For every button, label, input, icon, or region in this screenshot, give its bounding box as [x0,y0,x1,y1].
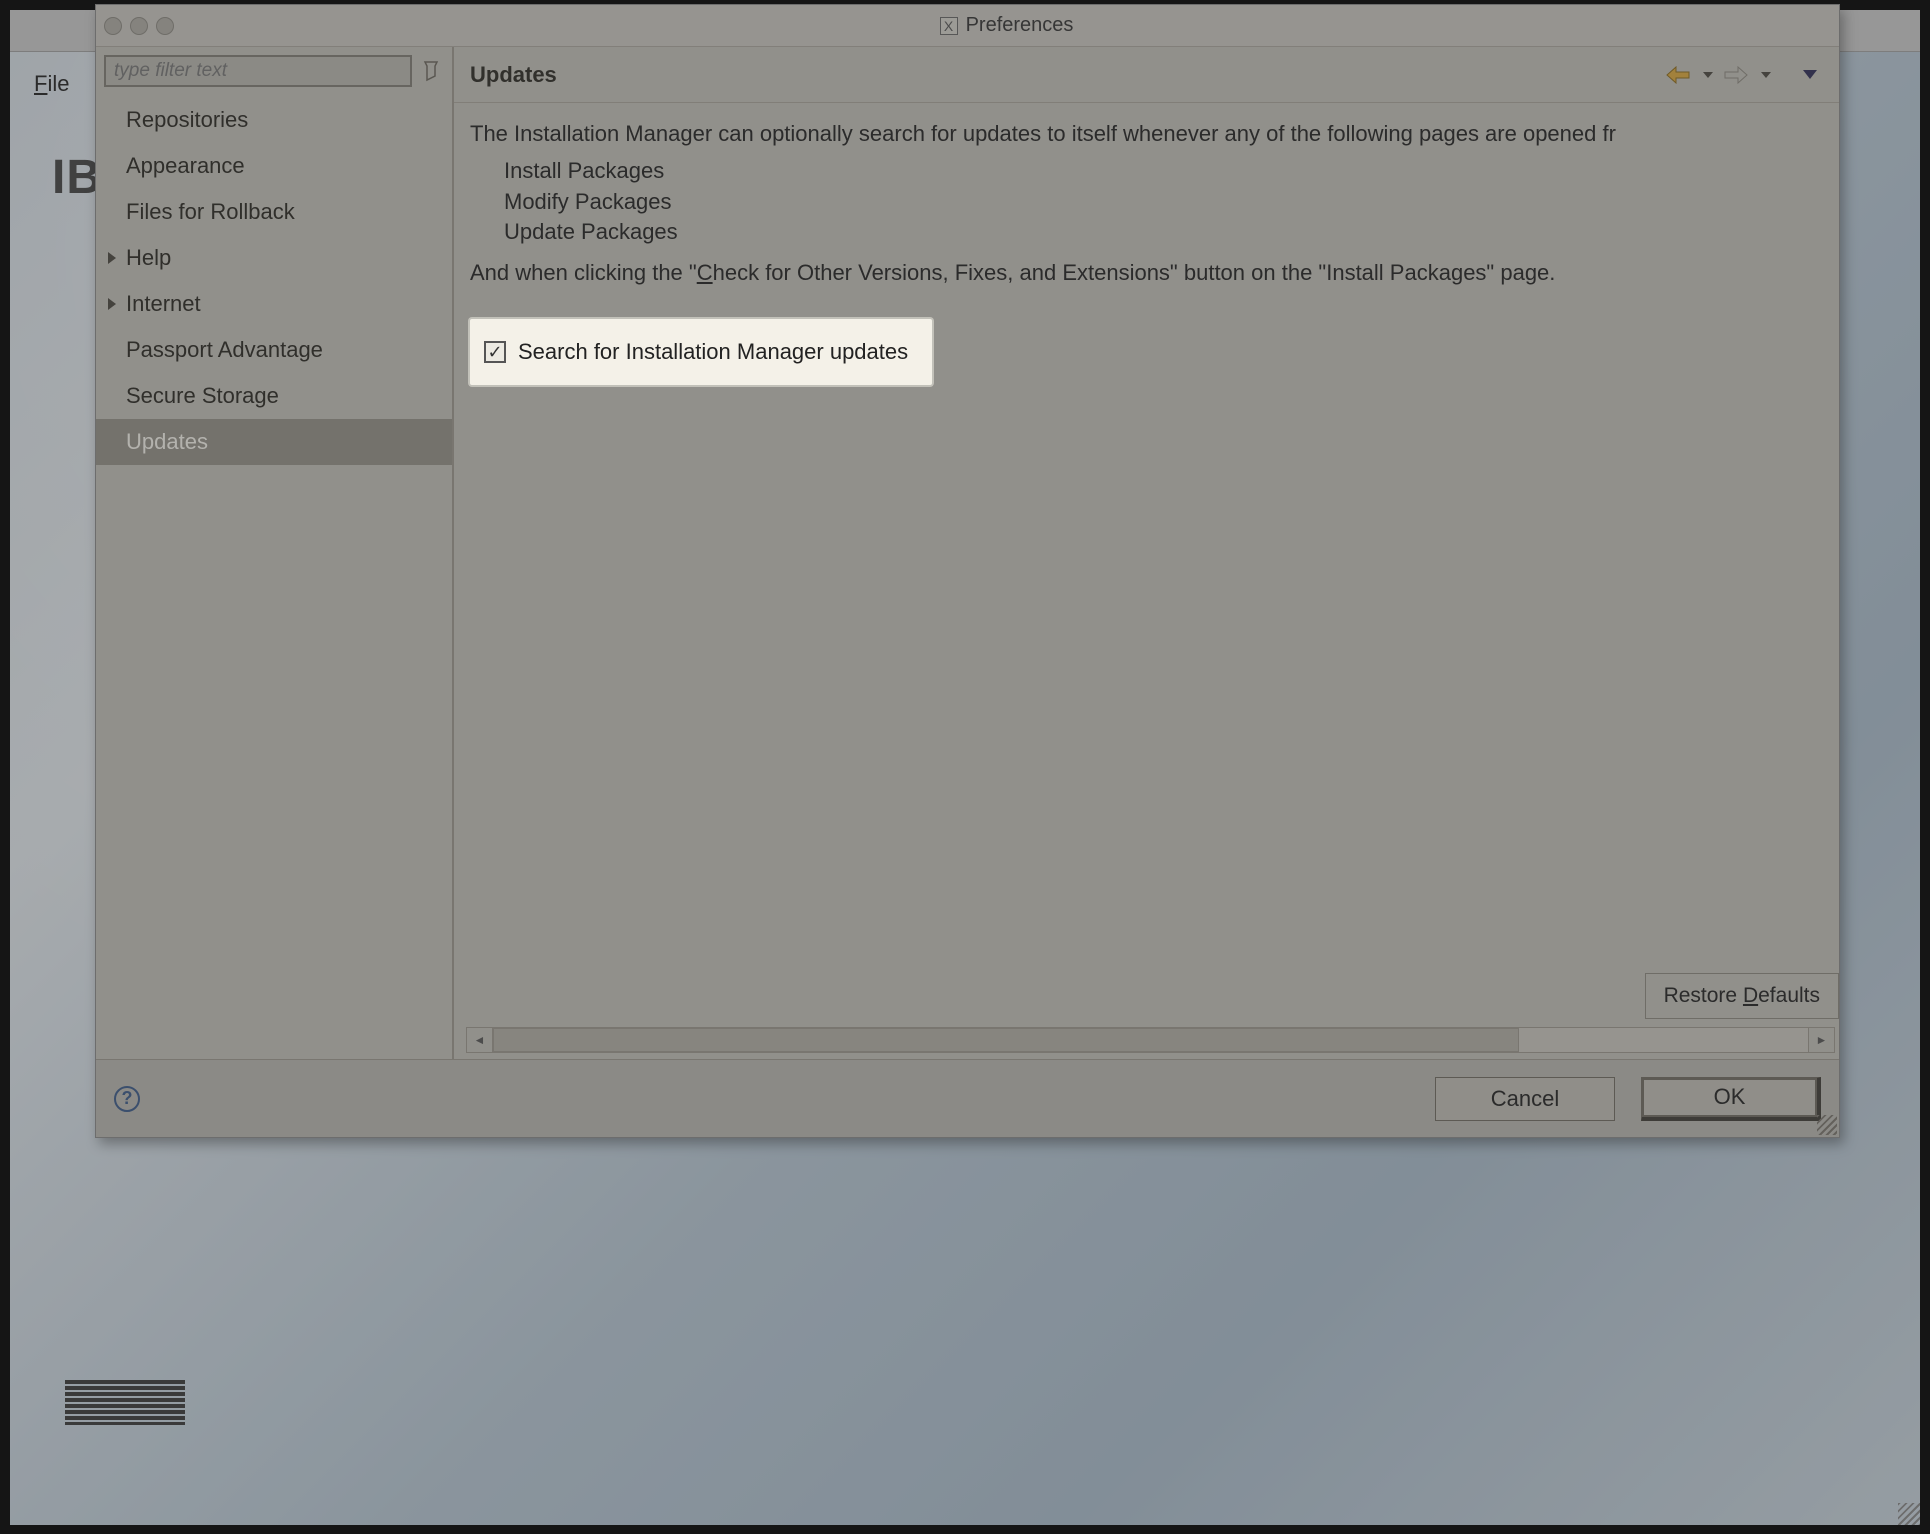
window-close-icon[interactable] [104,17,122,35]
restore-defaults-button[interactable]: Restore Defaults [1645,973,1839,1019]
horizontal-scrollbar[interactable]: ◄ ► [466,1027,1835,1053]
back-icon[interactable] [1665,64,1691,86]
sidebar-item-internet[interactable]: Internet [96,281,452,327]
page-content: The Installation Manager can optionally … [454,103,1839,1059]
x11-icon: X [940,17,958,35]
page-title: Updates [470,62,1665,88]
ibm-logo [65,1380,185,1425]
sidebar-item-updates[interactable]: Updates [96,419,452,465]
sidebar-item-appearance[interactable]: Appearance [96,143,452,189]
description-line-1: The Installation Manager can optionally … [470,119,1839,150]
resize-grip-icon[interactable] [1817,1115,1837,1135]
search-for-updates-checkbox[interactable] [484,341,506,363]
sidebar-item-help[interactable]: Help [96,235,452,281]
clear-filter-icon[interactable] [418,56,444,86]
dialog-footer: ? Cancel OK [96,1059,1839,1137]
forward-menu-icon[interactable] [1761,72,1771,78]
help-icon[interactable]: ? [114,1086,140,1112]
preferences-tree: Repositories Appearance Files for Rollba… [96,93,452,465]
forward-icon[interactable] [1723,64,1749,86]
list-item: Install Packages [504,156,1839,187]
nav-arrows [1665,64,1823,86]
list-item: Modify Packages [504,187,1839,218]
scrollbar-thumb[interactable] [493,1028,1519,1052]
description-line-2: And when clicking the "Check for Other V… [470,258,1839,289]
scroll-right-icon[interactable]: ► [1808,1028,1834,1052]
resize-grip-icon[interactable] [1898,1503,1920,1525]
preferences-main-pane: Updates The Installation Manager can opt… [454,47,1839,1059]
list-item: Update Packages [504,217,1839,248]
scrollbar-track[interactable] [493,1028,1808,1052]
preferences-dialog: X Preferences Repositories Appearance Fi… [95,4,1840,1138]
view-menu-icon[interactable] [1803,70,1817,79]
scroll-left-icon[interactable]: ◄ [467,1028,493,1052]
back-menu-icon[interactable] [1703,72,1713,78]
cancel-button[interactable]: Cancel [1435,1077,1615,1121]
sidebar-item-repositories[interactable]: Repositories [96,97,452,143]
ok-button[interactable]: OK [1641,1077,1821,1121]
file-menu[interactable]: File [20,65,83,103]
sidebar-item-files-for-rollback[interactable]: Files for Rollback [96,189,452,235]
window-minimize-icon[interactable] [130,17,148,35]
sidebar-item-secure-storage[interactable]: Secure Storage [96,373,452,419]
dialog-title: X Preferences [182,14,1831,37]
checkbox-label: Search for Installation Manager updates [518,339,908,365]
dialog-titlebar[interactable]: X Preferences [96,5,1839,47]
search-for-updates-checkbox-row[interactable]: Search for Installation Manager updates [470,319,932,385]
filter-input[interactable] [104,55,412,87]
sidebar-item-passport-advantage[interactable]: Passport Advantage [96,327,452,373]
package-operation-list: Install Packages Modify Packages Update … [470,156,1839,248]
window-zoom-icon[interactable] [156,17,174,35]
preferences-sidebar: Repositories Appearance Files for Rollba… [96,47,454,1059]
